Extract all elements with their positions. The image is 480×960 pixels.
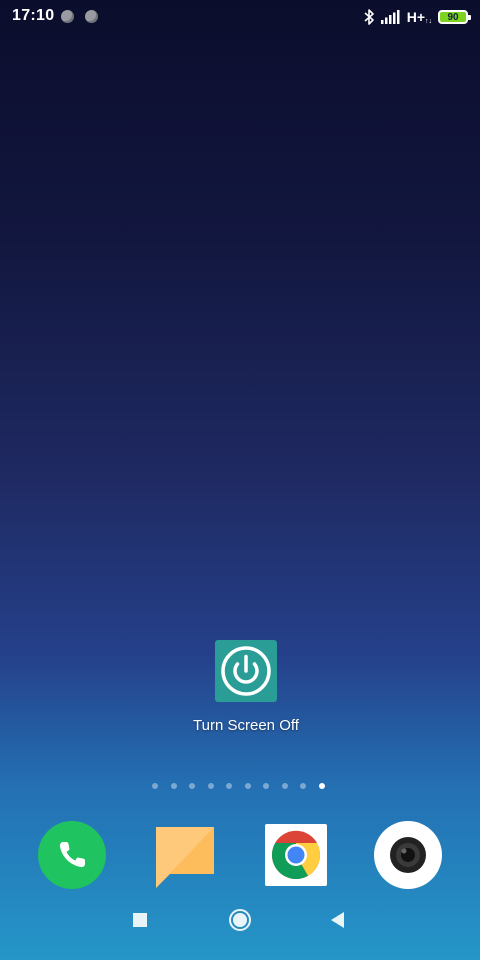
notification-dot-icon: [85, 10, 98, 23]
page-dot[interactable]: [244, 783, 251, 789]
app-turn-screen-off[interactable]: Turn Screen Off: [190, 640, 302, 735]
signal-icon: [380, 10, 400, 24]
page-dot[interactable]: [189, 783, 195, 789]
page-dot-active[interactable]: [318, 783, 325, 789]
phone-icon: [38, 821, 106, 889]
recents-button[interactable]: [130, 910, 150, 930]
app-label: Turn Screen Off: [193, 717, 299, 734]
page-dot[interactable]: [281, 783, 288, 789]
navigation-bar: [0, 896, 480, 960]
status-time: 17:10: [12, 7, 55, 24]
page-dot[interactable]: [263, 783, 269, 789]
network-type-label: H+: [406, 9, 425, 25]
dock-chrome[interactable]: [261, 820, 331, 890]
dock-camera[interactable]: [373, 820, 443, 890]
page-dot[interactable]: [170, 783, 177, 789]
page-dot[interactable]: [152, 783, 158, 789]
power-icon: [215, 640, 277, 702]
battery-level: 90: [447, 11, 459, 23]
network-activity: ↑↓: [425, 18, 432, 25]
home-button[interactable]: [228, 908, 252, 932]
camera-icon: [374, 821, 442, 889]
back-button[interactable]: [328, 910, 348, 930]
page-indicator: [152, 783, 325, 789]
page-dot[interactable]: [226, 783, 232, 789]
page-dot[interactable]: [207, 783, 214, 789]
bluetooth-icon: [364, 9, 374, 25]
network-type: H+↑↓: [407, 9, 432, 25]
dock-messages[interactable]: [150, 820, 220, 890]
status-bar: 17:10 H+↑↓ 90: [0, 0, 480, 34]
message-icon: [156, 827, 214, 888]
battery-icon: 90: [438, 10, 471, 24]
dock-phone[interactable]: [37, 820, 107, 890]
notification-dot-icon: [61, 10, 74, 23]
chrome-icon: [265, 824, 327, 886]
status-icons: H+↑↓ 90: [363, 7, 471, 27]
page-dot[interactable]: [300, 783, 306, 789]
